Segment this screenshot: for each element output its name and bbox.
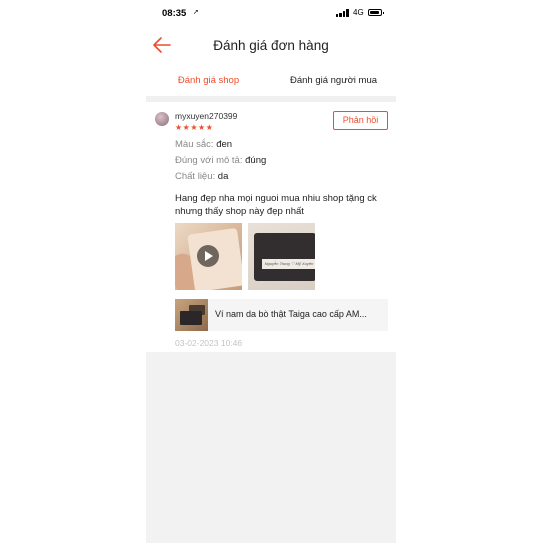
phone-screen: 08:35 ➚ 4G Đánh giá đơn hàng Đánh giá sh…: [146, 0, 396, 543]
review-timestamp: 03-02-2023 10:46: [175, 338, 243, 348]
product-link-card[interactable]: Ví nam da bò thật Taiga cao cấp AM...: [175, 299, 388, 331]
status-bar: 08:35 ➚ 4G: [146, 0, 396, 26]
reviewer-username: myxuyen270399: [175, 111, 238, 121]
review-card: myxuyen270399 ★★★★★ Phản hồi Màu sắc: đe…: [146, 102, 396, 352]
wallet-engraving: Nguyễn Trung ♡ Mỹ Xuyên: [262, 259, 315, 269]
product-name: Ví nam da bò thật Taiga cao cấp AM...: [215, 309, 367, 319]
attribute-material-value: da: [217, 171, 229, 182]
attribute-description-label: Đúng với mô tả:: [175, 155, 243, 166]
attribute-description-value: đúng: [245, 155, 267, 166]
header: Đánh giá đơn hàng: [146, 26, 396, 66]
review-video-thumbnail[interactable]: [175, 223, 242, 290]
attribute-material: Chất liệu: da: [175, 171, 228, 182]
review-photo-thumbnail[interactable]: Nguyễn Trung ♡ Mỹ Xuyên: [248, 223, 315, 290]
tab-bar: Đánh giá shop Đánh giá người mua: [146, 66, 396, 98]
wallet-image: [254, 233, 315, 281]
tab-shop-reviews[interactable]: Đánh giá shop: [146, 66, 271, 98]
attribute-color-value: đen: [216, 139, 233, 150]
tab-buyer-reviews[interactable]: Đánh giá người mua: [271, 66, 396, 98]
signal-icon: [336, 9, 350, 17]
location-arrow-icon: ➚: [193, 9, 199, 16]
empty-background: [146, 352, 396, 543]
status-time: 08:35: [162, 8, 187, 19]
attribute-color: Màu sắc: đen: [175, 139, 232, 150]
review-text: Hang đẹp nha mọi nguoi mua nhiu shop tặn…: [175, 193, 377, 217]
network-type: 4G: [353, 8, 364, 17]
attribute-color-label: Màu sắc:: [175, 139, 214, 150]
attribute-material-label: Chất liệu:: [175, 171, 216, 182]
reply-button[interactable]: Phản hồi: [333, 111, 388, 130]
page-title: Đánh giá đơn hàng: [213, 38, 329, 53]
attribute-description: Đúng với mô tả: đúng: [175, 155, 266, 166]
star-rating: ★★★★★: [175, 123, 214, 132]
play-icon[interactable]: [197, 245, 219, 267]
battery-icon: [368, 9, 384, 16]
avatar[interactable]: [155, 112, 169, 126]
product-thumbnail: [175, 299, 208, 331]
